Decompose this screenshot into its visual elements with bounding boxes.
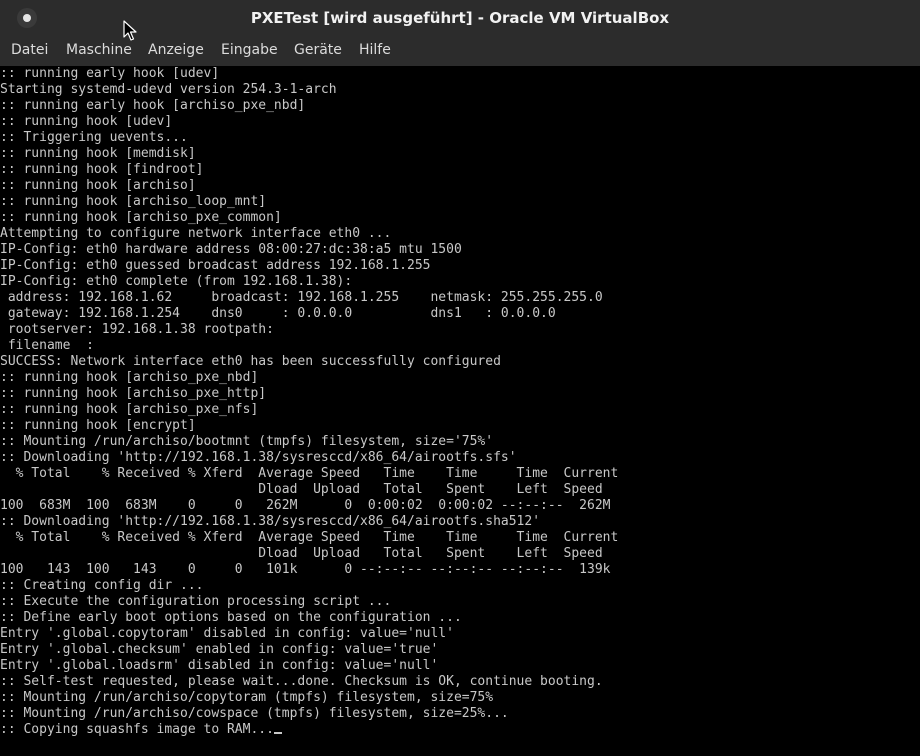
console-line-text: Entry '.global.checksum' enabled in conf…: [0, 642, 439, 657]
console-line-text: :: running hook [archiso_pxe_nfs]: [0, 402, 259, 417]
window-title: PXETest [wird ausgeführt] - Oracle VM Vi…: [250, 9, 670, 27]
console-line: :: running hook [memdisk]: [0, 146, 618, 162]
console-line: Dload Upload Total Spent Left Speed: [0, 546, 618, 562]
boot-console-output: :: running early hook [udev] Starting sys…: [0, 66, 618, 738]
console-line: :: running hook [encrypt]: [0, 418, 618, 434]
menu-anzeige[interactable]: Anzeige: [148, 42, 204, 58]
console-line-text: :: Mounting /run/archiso/copytoram (tmpf…: [0, 690, 494, 705]
console-line-text: rootserver: 192.168.1.38 rootpath:: [0, 322, 274, 337]
console-line-text: :: Mounting /run/archiso/cowspace (tmpfs…: [0, 706, 509, 721]
console-line: :: running hook [archiso_pxe_http]: [0, 386, 618, 402]
console-line-text: IP-Config: eth0 hardware address 08:00:2…: [0, 242, 462, 257]
console-line: IP-Config: eth0 hardware address 08:00:2…: [0, 242, 618, 258]
console-line: :: running early hook [archiso_pxe_nbd]: [0, 98, 618, 114]
mouse-pointer-icon: [123, 20, 137, 41]
console-line-text: IP-Config: eth0 complete (from 192.168.1…: [0, 274, 353, 289]
console-line-text: :: running hook [findroot]: [0, 162, 204, 177]
console-line-text: :: Copying squashfs image to RAM...: [0, 722, 274, 737]
console-line-text: Entry '.global.copytoram' disabled in co…: [0, 626, 454, 641]
console-line: :: Triggering uevents...: [0, 130, 618, 146]
console-line-text: :: running hook [memdisk]: [0, 146, 196, 161]
console-line: gateway: 192.168.1.254 dns0 : 0.0.0.0 dn…: [0, 306, 618, 322]
console-line-text: address: 192.168.1.62 broadcast: 192.168…: [0, 290, 603, 305]
console-line: :: running hook [archiso_pxe_nfs]: [0, 402, 618, 418]
console-line-text: :: Execute the configuration processing …: [0, 594, 392, 609]
console-line: Attempting to configure network interfac…: [0, 226, 618, 242]
console-line-text: :: running hook [archiso_pxe_nbd]: [0, 370, 259, 385]
console-line: :: running hook [archiso_pxe_nbd]: [0, 370, 618, 386]
console-line: % Total % Received % Xferd Average Speed…: [0, 530, 619, 546]
text-cursor-icon: [273, 732, 282, 734]
console-line: filename :: [0, 338, 618, 354]
virtualbox-window: PXETest [wird ausgeführt] - Oracle VM Vi…: [0, 0, 920, 756]
console-line: rootserver: 192.168.1.38 rootpath:: [0, 322, 618, 338]
console-line: % Total % Received % Xferd Average Speed…: [0, 466, 619, 482]
console-line: :: Self-test requested, please wait...do…: [0, 674, 618, 690]
console-line-text: IP-Config: eth0 guessed broadcast addres…: [0, 258, 431, 273]
menu-geraete[interactable]: Geräte: [294, 42, 342, 58]
console-line-text: :: Triggering uevents...: [0, 130, 188, 145]
menu-hilfe[interactable]: Hilfe: [359, 42, 391, 58]
console-line-text: Entry '.global.loadsrm' disabled in conf…: [0, 658, 439, 673]
menu-datei[interactable]: Datei: [11, 42, 48, 58]
console-line-text: % Total % Received % Xferd Average Speed…: [0, 530, 619, 545]
console-line-text: :: Downloading 'http://192.168.1.38/sysr…: [0, 450, 517, 465]
console-line: 100 143 100 143 0 0 101k 0 --:--:-- --:-…: [0, 562, 618, 578]
console-line-text: :: running hook [udev]: [0, 114, 173, 129]
console-line-text: Dload Upload Total Spent Left Speed: [0, 482, 603, 497]
console-line: :: Execute the configuration processing …: [0, 594, 618, 610]
console-line-text: Attempting to configure network interfac…: [0, 226, 392, 241]
console-line: :: running hook [archiso_loop_mnt]: [0, 194, 618, 210]
console-line-text: :: running hook [archiso_pxe_common]: [0, 210, 282, 225]
console-line: Entry '.global.checksum' enabled in conf…: [0, 642, 618, 658]
console-line-text: 100 683M 100 683M 0 0 262M 0 0:00:02 0:0…: [0, 498, 611, 513]
vm-display[interactable]: :: running early hook [udev] Starting sys…: [0, 66, 920, 756]
console-line-text: 100 143 100 143 0 0 101k 0 --:--:-- --:-…: [0, 562, 611, 577]
console-line-text: :: running hook [archiso_loop_mnt]: [0, 194, 267, 209]
console-line: :: running hook [archiso]: [0, 178, 618, 194]
console-line-text: :: running hook [encrypt]: [0, 418, 196, 433]
console-line: :: Downloading 'http://192.168.1.38/sysr…: [0, 450, 618, 466]
console-line: Entry '.global.copytoram' disabled in co…: [0, 626, 618, 642]
console-line-text: :: running hook [archiso_pxe_http]: [0, 386, 267, 401]
console-line: :: running hook [findroot]: [0, 162, 618, 178]
console-line: IP-Config: eth0 complete (from 192.168.1…: [0, 274, 618, 290]
console-line: address: 192.168.1.62 broadcast: 192.168…: [0, 290, 618, 306]
console-line-text: :: Mounting /run/archiso/bootmnt (tmpfs)…: [0, 434, 494, 449]
console-line: SUCCESS: Network interface eth0 has been…: [0, 354, 618, 370]
console-line-text: :: Downloading 'http://192.168.1.38/sysr…: [0, 514, 541, 529]
console-line: Dload Upload Total Spent Left Speed: [0, 482, 618, 498]
menu-eingabe[interactable]: Eingabe: [221, 42, 278, 58]
title-bar[interactable]: PXETest [wird ausgeführt] - Oracle VM Vi…: [0, 0, 920, 36]
console-line: :: running hook [udev]: [0, 114, 618, 130]
console-line-text: % Total % Received % Xferd Average Speed…: [0, 466, 619, 481]
console-line-text: Starting systemd-udevd version 254.3-1-a…: [0, 82, 337, 97]
console-line: :: Mounting /run/archiso/cowspace (tmpfs…: [0, 706, 618, 722]
menu-maschine[interactable]: Maschine: [66, 42, 132, 58]
console-line: IP-Config: eth0 guessed broadcast addres…: [0, 258, 618, 274]
console-line-text: gateway: 192.168.1.254 dns0 : 0.0.0.0 dn…: [0, 306, 556, 321]
console-line: :: Copying squashfs image to RAM...: [0, 722, 618, 738]
console-line: :: running hook [archiso_pxe_common]: [0, 210, 618, 226]
console-line-text: :: running early hook [archiso_pxe_nbd]: [0, 98, 306, 113]
console-line: :: Mounting /run/archiso/bootmnt (tmpfs)…: [0, 434, 618, 450]
console-line: :: Downloading 'http://192.168.1.38/sysr…: [0, 514, 618, 530]
console-line: 100 683M 100 683M 0 0 262M 0 0:00:02 0:0…: [0, 498, 618, 514]
console-line: Entry '.global.loadsrm' disabled in conf…: [0, 658, 618, 674]
console-line-text: :: Define early boot options based on th…: [0, 610, 462, 625]
console-line-text: :: running hook [archiso]: [0, 178, 196, 193]
console-line-text: :: Self-test requested, please wait...do…: [0, 674, 603, 689]
console-line: Starting systemd-udevd version 254.3-1-a…: [0, 82, 618, 98]
console-line: :: Mounting /run/archiso/copytoram (tmpf…: [0, 690, 618, 706]
console-line-text: Dload Upload Total Spent Left Speed: [0, 546, 603, 561]
console-line-text: filename :: [0, 338, 94, 353]
console-line-text: :: running early hook [udev]: [0, 66, 220, 81]
console-line-text: :: Creating config dir ...: [0, 578, 204, 593]
console-line-text: SUCCESS: Network interface eth0 has been…: [0, 354, 501, 369]
console-line: :: Creating config dir ...: [0, 578, 618, 594]
console-line: :: running early hook [udev]: [0, 66, 618, 82]
console-line: :: Define early boot options based on th…: [0, 610, 618, 626]
menu-bar: Datei Maschine Anzeige Eingabe Geräte Hi…: [0, 36, 920, 67]
